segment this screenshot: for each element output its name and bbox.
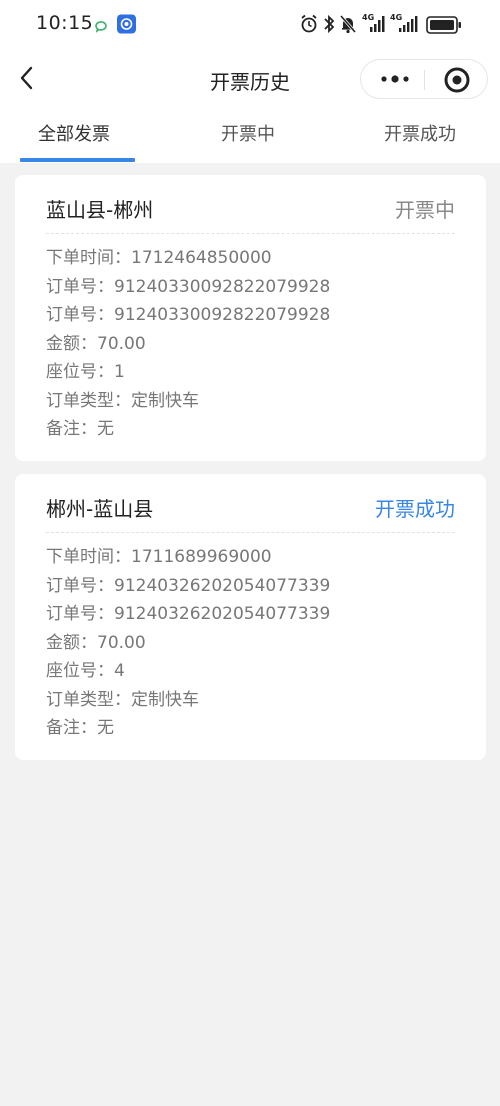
invoice-status: 开票成功	[375, 497, 455, 521]
capsule-divider	[424, 70, 425, 90]
invoice-details: 下单时间：1711689969000 订单号：91240326202054077…	[46, 543, 330, 743]
remark-row: 备注：无	[46, 718, 114, 738]
active-tab-indicator	[20, 158, 135, 162]
seat-number-row: 座位号：1	[46, 362, 125, 382]
tab-invoice-success[interactable]: 开票成功	[384, 120, 456, 146]
invoice-status: 开票中	[395, 198, 455, 222]
alarm-icon	[301, 14, 317, 33]
signal-bars-icon	[399, 16, 418, 32]
battery-icon	[426, 16, 461, 34]
cellular-signal-2: 4G	[390, 13, 418, 34]
nav-bar: 开票历史	[0, 50, 500, 108]
signal-bars-icon	[370, 16, 385, 32]
order-time-row: 下单时间：1711689969000	[46, 547, 272, 567]
seat-number-row: 座位号：4	[46, 661, 125, 681]
card-divider	[46, 233, 455, 234]
chat-notification-icon	[95, 21, 107, 33]
invoice-route: 蓝山县-郴州	[46, 198, 154, 222]
status-time: 10:15	[36, 12, 94, 34]
mini-program-capsule	[360, 59, 488, 99]
tab-invoicing[interactable]: 开票中	[221, 120, 275, 146]
invoice-status-tabs: 全部发票 开票中 开票成功	[0, 108, 500, 163]
remark-row: 备注：无	[46, 419, 114, 439]
app-notification-icon	[117, 14, 136, 34]
order-number-row: 订单号：91240330092822079928	[46, 276, 331, 297]
cellular-signal-1: 4G	[362, 13, 386, 34]
amount-row: 金额：70.00	[46, 333, 146, 354]
amount-row: 金额：70.00	[46, 632, 146, 653]
card-divider	[46, 532, 455, 533]
more-options-icon[interactable]	[379, 60, 411, 98]
order-time-row: 下单时间：1712464850000	[46, 248, 272, 268]
order-number-row: 订单号：91240330092822079928	[46, 305, 331, 325]
bluetooth-icon	[324, 14, 335, 34]
close-mini-program-icon[interactable]	[443, 66, 471, 94]
order-type-row: 订单类型：定制快车	[46, 689, 199, 710]
invoice-card[interactable]: 郴州-蓝山县 开票成功 下单时间：1711689969000 订单号：91240…	[15, 474, 486, 760]
status-bar: 10:15 4G 4G	[0, 0, 500, 50]
invoice-details: 下单时间：1712464850000 订单号：91240330092822079…	[46, 244, 330, 444]
order-type-row: 订单类型：定制快车	[46, 390, 199, 411]
order-number-row: 订单号：91240326202054077339	[46, 575, 331, 596]
invoice-route: 郴州-蓝山县	[46, 497, 154, 521]
tab-all-invoices[interactable]: 全部发票	[38, 120, 110, 146]
invoice-card[interactable]: 蓝山县-郴州 开票中 下单时间：1712464850000 订单号：912403…	[15, 175, 486, 461]
mute-bell-icon	[339, 15, 357, 34]
order-number-row: 订单号：91240326202054077339	[46, 604, 331, 624]
